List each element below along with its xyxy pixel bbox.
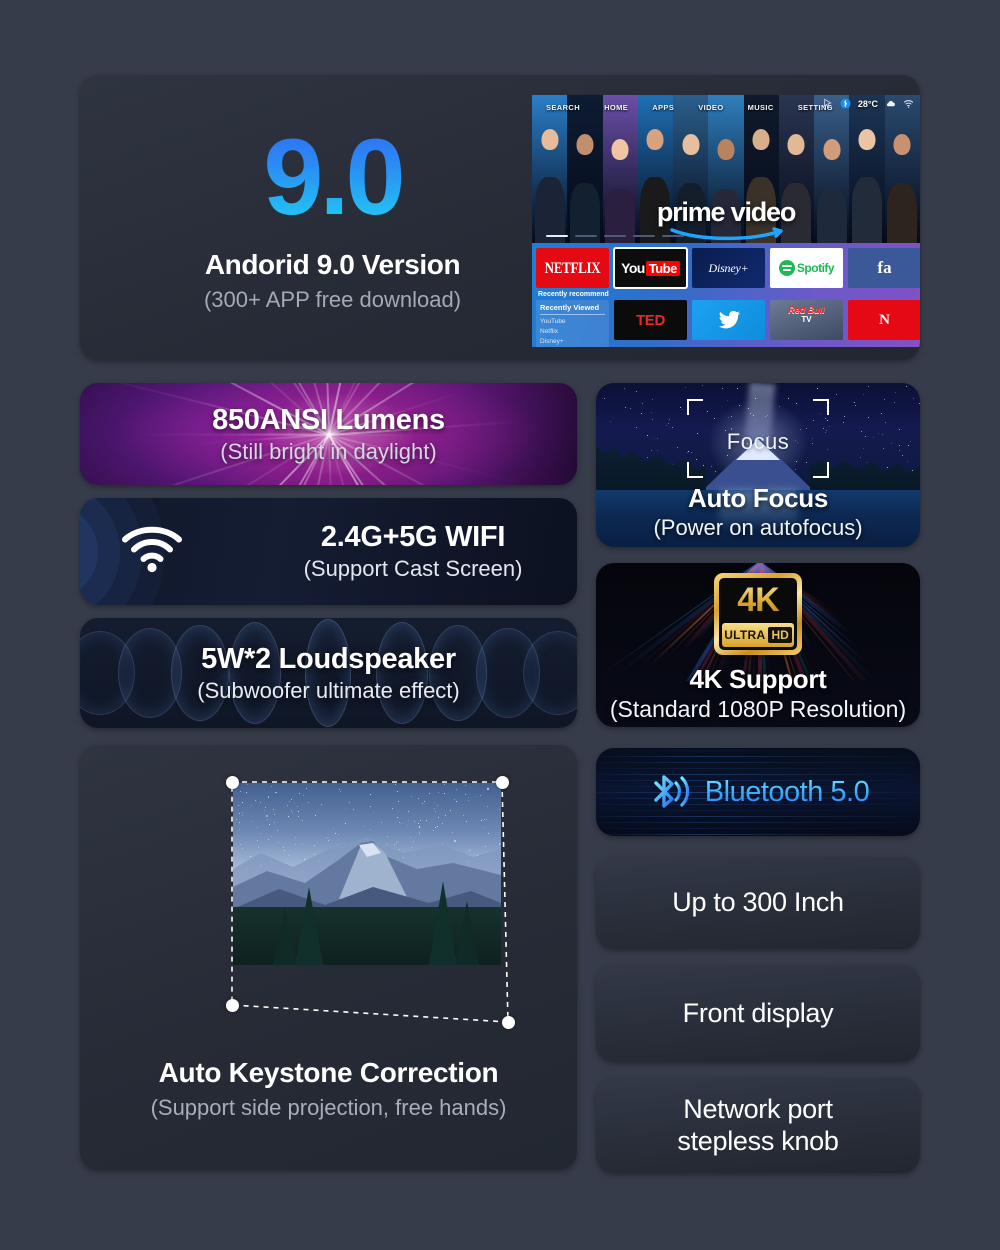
focus-overlay-label: Focus <box>596 429 920 455</box>
prime-video-label: prime video <box>532 199 920 226</box>
youtube-label-you: You <box>621 260 645 276</box>
twitter-bird-icon <box>715 308 743 332</box>
spotify-icon <box>779 260 795 276</box>
speaker-subtitle: (Subwoofer ultimate effect) <box>197 678 460 704</box>
front-display-card: Front display <box>596 965 920 1062</box>
tv-screen-preview: SEARCH HOME APPS VIDEO MUSIC SETTING 28°… <box>532 95 920 347</box>
android-version-card: 9.0 Andorid 9.0 Version (300+ APP free d… <box>80 75 920 360</box>
app-tile-redbull[interactable]: Red Bull TV <box>770 300 843 340</box>
keystone-pine-trees <box>233 783 501 965</box>
keystone-caption: Auto Keystone Correction (Support side p… <box>80 1057 577 1121</box>
tv-app-row-2: Recently Viewed YouTube Netflix Disney+ … <box>536 300 920 347</box>
loudspeaker-card: 5W*2 Loudspeaker (Subwoofer ultimate eff… <box>80 618 577 728</box>
keystone-handle-top-left[interactable] <box>226 776 239 789</box>
cloud-icon <box>885 98 896 109</box>
speaker-title: 5W*2 Loudspeaker <box>201 643 456 676</box>
spotify-label: Spotify <box>797 261 834 275</box>
autofocus-subtitle: (Power on autofocus) <box>596 515 920 541</box>
four-k-badge-main: 4K <box>719 578 797 623</box>
ansi-subtitle: (Still bright in daylight) <box>220 439 436 465</box>
tv-nav-search[interactable]: SEARCH <box>546 103 580 112</box>
four-k-support-card: 4K ULTRA HD 4K Support (Standard 1080P R… <box>596 563 920 727</box>
android-version-number: 9.0 <box>263 123 401 231</box>
app-tile-twitter[interactable] <box>692 300 765 340</box>
four-k-badge-hd: HD <box>768 627 791 643</box>
app-tile-netflix[interactable]: NETFLIX <box>536 248 609 288</box>
app-tile-facebook[interactable]: fa <box>848 248 920 288</box>
feature-infographic: 9.0 Andorid 9.0 Version (300+ APP free d… <box>0 0 1000 1250</box>
fourk-subtitle: (Standard 1080P Resolution) <box>596 696 920 723</box>
ansi-title: 850ANSI Lumens <box>212 404 445 437</box>
recently-viewed-title: Recently Viewed <box>540 303 605 315</box>
disney-label: Disney+ <box>708 261 748 276</box>
autofocus-title: Auto Focus <box>596 483 920 514</box>
keystone-handle-top-right[interactable] <box>496 776 509 789</box>
wifi-card: 2.4G+5G WIFI (Support Cast Screen) <box>80 498 577 605</box>
bluetooth-icon <box>647 770 693 814</box>
wifi-text-block: 2.4G+5G WIFI (Support Cast Screen) <box>248 498 577 605</box>
fourk-text-block: 4K Support (Standard 1080P Resolution) <box>596 664 920 723</box>
cursor-icon <box>822 98 833 109</box>
keystone-handle-bottom-left[interactable] <box>226 999 239 1012</box>
tv-nav-apps[interactable]: APPS <box>652 103 674 112</box>
bluetooth-card: Bluetooth 5.0 <box>596 748 920 836</box>
bluetooth-content: Bluetooth 5.0 <box>596 748 920 836</box>
redbull-label: Red Bull <box>788 305 825 315</box>
front-display-label: Front display <box>683 998 834 1029</box>
app-tile-ted[interactable]: TED <box>614 300 687 340</box>
facebook-label: fa <box>877 258 891 278</box>
four-k-ultra-hd-badge: 4K ULTRA HD <box>714 573 802 655</box>
tv-nav-video[interactable]: VIDEO <box>698 103 723 112</box>
netflix-label: NETFLIX <box>545 258 601 278</box>
four-k-badge-ultra: ULTRA <box>724 628 765 642</box>
keystone-projected-image <box>233 783 501 965</box>
app-tile-youtube[interactable]: You Tube <box>614 248 687 288</box>
wifi-icon <box>903 98 914 109</box>
netflix-short-label: N <box>879 312 890 329</box>
redbull-tv-label: TV <box>801 315 811 324</box>
android-version-subtitle: (300+ APP free download) <box>204 287 461 313</box>
bluetooth-label: Bluetooth 5.0 <box>705 776 869 809</box>
speaker-text-block: 5W*2 Loudspeaker (Subwoofer ultimate eff… <box>80 618 577 728</box>
up-to-300-inch-label: Up to 300 Inch <box>672 887 843 918</box>
network-port-card: Network port stepless knob <box>596 1078 920 1173</box>
android-version-title: Andorid 9.0 Version <box>205 249 460 281</box>
autofocus-text-block: Auto Focus (Power on autofocus) <box>596 483 920 541</box>
ansi-lumens-card: 850ANSI Lumens (Still bright in daylight… <box>80 383 577 485</box>
auto-focus-card: Focus Auto Focus (Power on autofocus) <box>596 383 920 547</box>
wifi-icon <box>121 524 183 579</box>
youtube-label-tube: Tube <box>646 261 680 276</box>
tv-hero-banner: SEARCH HOME APPS VIDEO MUSIC SETTING 28°… <box>532 95 920 243</box>
keystone-diagram <box>80 745 577 1055</box>
app-tile-disney[interactable]: Disney+ <box>692 248 765 288</box>
app-tile-netflix-2[interactable]: N <box>848 300 920 340</box>
tv-app-row-1: NETFLIX You Tube Disney+ Spotify fa <box>536 248 920 288</box>
tv-status-bar: 28°C <box>822 98 914 109</box>
keystone-title: Auto Keystone Correction <box>80 1057 577 1089</box>
android-hero-left: 9.0 Andorid 9.0 Version (300+ APP free d… <box>80 75 585 360</box>
up-to-300-inch-card: Up to 300 Inch <box>596 857 920 949</box>
keystone-correction-card: Auto Keystone Correction (Support side p… <box>80 745 577 1170</box>
keystone-subtitle: (Support side projection, free hands) <box>80 1095 577 1121</box>
bluetooth-icon <box>840 98 851 109</box>
recently-viewed-panel[interactable]: Recently Viewed YouTube Netflix Disney+ <box>536 300 609 347</box>
app-tile-spotify[interactable]: Spotify <box>770 248 843 288</box>
tv-app-grid: NETFLIX You Tube Disney+ Spotify fa Rece… <box>532 243 920 347</box>
ansi-text-block: 850ANSI Lumens (Still bright in daylight… <box>80 383 577 485</box>
tv-nav-home[interactable]: HOME <box>604 103 628 112</box>
ted-label: TED <box>636 312 665 329</box>
tv-carousel-dots[interactable] <box>546 235 684 237</box>
tv-nav-music[interactable]: MUSIC <box>748 103 774 112</box>
fourk-title: 4K Support <box>596 664 920 695</box>
network-port-label: Network port stepless knob <box>677 1094 838 1156</box>
tv-temperature: 28°C <box>858 99 878 109</box>
keystone-handle-bottom-right[interactable] <box>502 1016 515 1029</box>
recent-item-netflix[interactable]: Netflix <box>540 327 605 337</box>
recently-recommend-label: Recently recommend <box>538 291 920 298</box>
amazon-smile-icon <box>666 227 786 241</box>
wifi-title: 2.4G+5G WIFI <box>321 521 505 554</box>
recent-item-youtube[interactable]: YouTube <box>540 317 605 327</box>
recent-item-disney[interactable]: Disney+ <box>540 337 605 347</box>
wifi-subtitle: (Support Cast Screen) <box>304 556 523 582</box>
